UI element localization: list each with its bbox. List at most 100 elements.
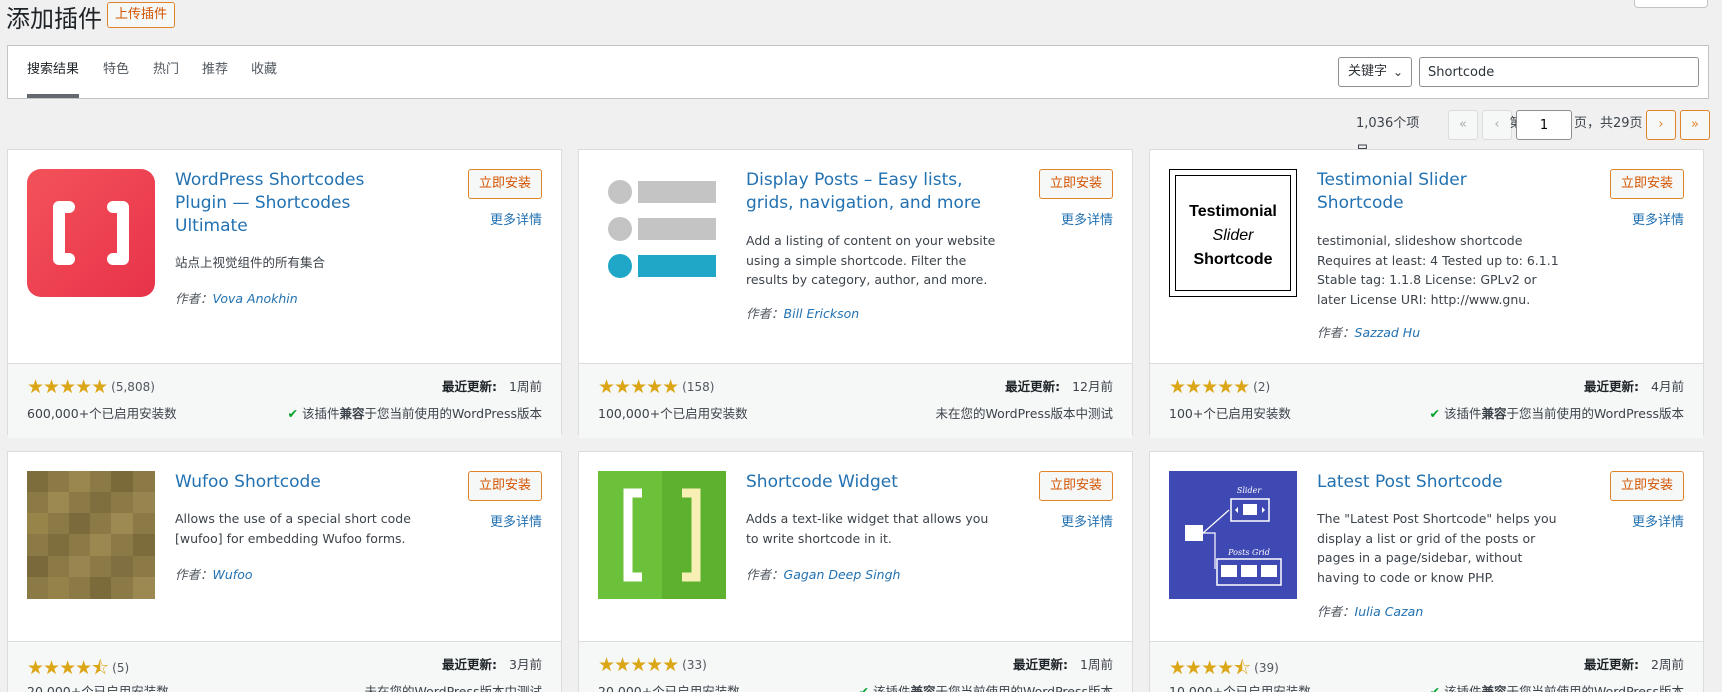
compat-bold: 兼容 [339, 406, 365, 421]
next-page-button[interactable]: › [1646, 110, 1676, 140]
author-link[interactable]: Gagan Deep Singh [784, 567, 901, 582]
checkmark-icon: ✔ [1429, 406, 1440, 421]
plugin-name-link[interactable]: Testimonial Slider Shortcode [1317, 169, 1527, 215]
star-rating: ★★★★★ (158) [598, 376, 715, 398]
plugin-author: 作者：Sazzad Hu [1317, 322, 1420, 341]
compatibility: ✔ 该插件兼容于您当前使用的WordPress版本 [1429, 681, 1684, 692]
author-prefix: 作者： [175, 567, 213, 582]
rating-count: (158) [682, 380, 715, 394]
plugin-card-footer: ★★★★★ (5,808) 600,000+个已启用安装数 最近更新: 1周前 ✔ 该… [8, 363, 561, 438]
install-now-button[interactable]: 立即安装 [467, 169, 542, 199]
checkmark-icon: ✔ [858, 684, 869, 692]
compatibility: 未在您的WordPress版本中测试 [364, 681, 542, 692]
updated-value: 1周前 [1080, 657, 1113, 672]
plugin-description: Adds a text-like widget that allows you … [746, 511, 989, 546]
author-link[interactable]: Vova Anokhin [213, 291, 298, 306]
tab-popular[interactable]: 热门 [153, 46, 179, 98]
compat-text: 该插件 [301, 406, 340, 421]
install-now-button[interactable]: 立即安装 [1609, 169, 1684, 199]
author-link[interactable]: Bill Erickson [784, 306, 860, 321]
active-installs: 20,000+个已启用安装数 [598, 684, 740, 692]
plugin-author: 作者：Gagan Deep Singh [746, 564, 900, 583]
search-type-select[interactable]: 关键字 ⌄ [1338, 57, 1412, 87]
more-details-link[interactable]: 更多详情 [1061, 209, 1113, 228]
first-page-button[interactable]: « [1448, 110, 1478, 140]
star-rating: ★★★★★ (5,808) [27, 376, 155, 398]
more-details-link[interactable]: 更多详情 [490, 511, 542, 530]
tab-search-results[interactable]: 搜索结果 [27, 46, 80, 98]
icon-posts-grid-label: Posts Grid [1227, 548, 1270, 557]
page-suffix: 页，共29页 [1574, 116, 1643, 131]
more-details-link[interactable]: 更多详情 [1061, 511, 1113, 530]
updated-value: 2周前 [1651, 657, 1684, 672]
tab-featured[interactable]: 特色 [103, 46, 129, 98]
last-page-button[interactable]: » [1680, 110, 1710, 140]
plugin-card: Shortcode Widget Adds a text-like widget… [578, 451, 1133, 692]
active-installs: 600,000+个已启用安装数 [27, 406, 177, 421]
author-link[interactable]: Sazzad Hu [1355, 325, 1421, 340]
latest-post-shortcode-icon[interactable]: Slider Posts Grid [1169, 471, 1297, 599]
active-installs: 100+个已启用安装数 [1169, 406, 1291, 421]
testimonial-slider-icon[interactable]: Testimonial Slider Shortcode [1169, 169, 1297, 297]
plugin-name-link[interactable]: Wufoo Shortcode [175, 471, 385, 494]
checkmark-icon: ✔ [1429, 684, 1440, 692]
icon-text-line: Testimonial [1189, 203, 1277, 220]
star-rating: ★★★★★ (33) [598, 654, 707, 676]
last-updated: 最近更新: 2周前 [1584, 654, 1684, 673]
updated-value: 3月前 [509, 657, 542, 672]
author-link[interactable]: Wufoo [213, 567, 253, 582]
tab-recommended[interactable]: 推荐 [202, 46, 228, 98]
updated-label: 最近更新: [442, 379, 498, 394]
compat-text: 该插件 [872, 684, 911, 692]
compat-text-post: 于您当前使用的WordPress版本 [1506, 684, 1684, 692]
compat-bold: 兼容 [1481, 684, 1507, 692]
plugin-card: Slider Posts Grid Latest Post Shortcode … [1149, 451, 1704, 692]
updated-value: 4月前 [1651, 379, 1684, 394]
wufoo-icon[interactable] [27, 471, 155, 599]
compat-text: 该插件 [1443, 406, 1482, 421]
star-rating: ★★★★★ (2) [1169, 376, 1271, 398]
plugin-name-link[interactable]: Shortcode Widget [746, 471, 996, 494]
page-title: 添加插件 [6, 5, 102, 33]
install-now-button[interactable]: 立即安装 [1038, 169, 1113, 199]
compatibility: 未在您的WordPress版本中测试 [935, 403, 1113, 422]
compat-text: 未在您的WordPress版本中测试 [935, 406, 1113, 421]
active-installs: 100,000+个已启用安装数 [598, 406, 748, 421]
current-page-input[interactable] [1516, 110, 1572, 140]
plugin-author: 作者：Bill Erickson [746, 303, 859, 322]
more-details-link[interactable]: 更多详情 [490, 209, 542, 228]
display-posts-icon[interactable] [598, 169, 726, 297]
active-installs: 10,000+个已启用安装数 [1169, 684, 1311, 692]
author-link[interactable]: Iulia Cazan [1355, 604, 1424, 619]
updated-label: 最近更新: [1584, 379, 1640, 394]
chevron-down-icon: ⌄ [1392, 65, 1403, 79]
updated-value: 1周前 [509, 379, 542, 394]
shortcodes-ultimate-icon[interactable] [27, 169, 155, 297]
install-now-button[interactable]: 立即安装 [1609, 471, 1684, 501]
plugin-name-link[interactable]: Display Posts – Easy lists, grids, navig… [746, 169, 996, 215]
last-updated: 最近更新: 4月前 [1584, 376, 1684, 395]
plugin-name-link[interactable]: WordPress Shortcodes Plugin — Shortcodes… [175, 169, 385, 238]
shortcode-widget-icon[interactable] [598, 471, 726, 599]
more-details-link[interactable]: 更多详情 [1632, 209, 1684, 228]
screen-options-button[interactable] [1634, 0, 1708, 8]
plugin-name-link[interactable]: Latest Post Shortcode [1317, 471, 1567, 494]
plugin-card: Testimonial Slider Shortcode Testimonial… [1149, 149, 1704, 438]
compatibility: ✔ 该插件兼容于您当前使用的WordPress版本 [287, 403, 542, 422]
plugin-description: 站点上视觉组件的所有集合 [175, 255, 326, 270]
install-now-button[interactable]: 立即安装 [467, 471, 542, 501]
author-prefix: 作者： [746, 306, 784, 321]
search-input[interactable] [1419, 57, 1699, 87]
tab-favorites[interactable]: 收藏 [251, 46, 277, 98]
install-now-button[interactable]: 立即安装 [1038, 471, 1113, 501]
last-updated: 最近更新: 12月前 [1005, 376, 1113, 395]
plugin-description: Allows the use of a special short code [… [175, 511, 411, 546]
plugin-card: WordPress Shortcodes Plugin — Shortcodes… [7, 149, 562, 438]
compat-bold: 兼容 [1481, 406, 1507, 421]
more-details-link[interactable]: 更多详情 [1632, 511, 1684, 530]
compatibility: ✔ 该插件兼容于您当前使用的WordPress版本 [858, 681, 1113, 692]
plugin-card-footer: ★★★★★ (2) 100+个已启用安装数 最近更新: 4月前 ✔ 该插件兼容于您当前… [1150, 363, 1703, 438]
updated-label: 最近更新: [1005, 379, 1061, 394]
author-prefix: 作者： [1317, 604, 1355, 619]
upload-plugin-button[interactable]: 上传插件 [107, 2, 176, 28]
